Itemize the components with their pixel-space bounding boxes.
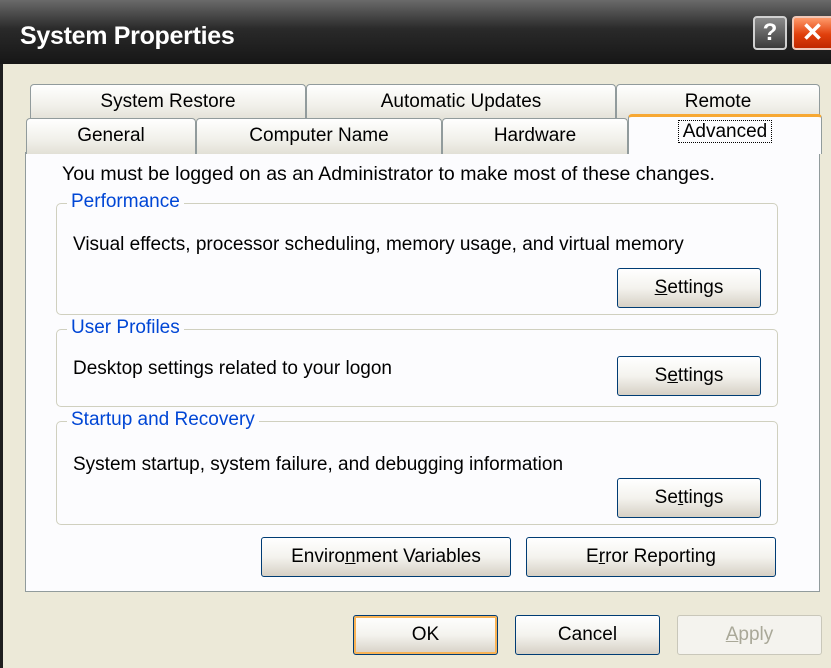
tab-label: Advanced [677, 120, 773, 143]
close-icon: ✕ [801, 17, 824, 47]
window-title: System Properties [20, 22, 235, 50]
help-icon: ? [762, 19, 778, 46]
performance-group: Performance Visual effects, processor sc… [56, 191, 778, 315]
tab-system-restore[interactable]: System Restore [30, 84, 306, 120]
tab-advanced[interactable]: Advanced [628, 114, 822, 154]
system-properties-window: System Properties ? ✕ System Restore Aut… [0, 0, 831, 668]
startup-recovery-settings-button[interactable]: Settings [617, 478, 761, 518]
tab-general[interactable]: General [26, 118, 196, 154]
startup-recovery-group-label: Startup and Recovery [67, 409, 259, 431]
user-profiles-description: Desktop settings related to your logon [73, 358, 392, 379]
close-button[interactable]: ✕ [792, 16, 831, 50]
help-button[interactable]: ? [753, 16, 787, 50]
title-bar[interactable]: System Properties ? ✕ [0, 0, 831, 64]
startup-recovery-description: System startup, system failure, and debu… [73, 454, 564, 475]
admin-notice: You must be logged on as an Administrato… [62, 163, 715, 185]
user-profiles-settings-button[interactable]: Settings [617, 356, 761, 396]
tab-label: System Restore [100, 91, 236, 112]
tab-computer-name[interactable]: Computer Name [196, 118, 442, 154]
user-profiles-group: User Profiles Desktop settings related t… [56, 317, 778, 407]
tab-automatic-updates[interactable]: Automatic Updates [306, 84, 616, 120]
tab-label: Automatic Updates [380, 91, 542, 112]
cancel-button[interactable]: Cancel [515, 615, 660, 655]
ok-button[interactable]: OK [353, 615, 498, 655]
tab-label: Hardware [493, 125, 577, 146]
error-reporting-button[interactable]: Error Reporting [526, 537, 776, 577]
performance-settings-button[interactable]: Settings [617, 268, 761, 308]
performance-description: Visual effects, processor scheduling, me… [73, 234, 684, 255]
user-profiles-group-label: User Profiles [67, 317, 184, 339]
advanced-tab-panel: You must be logged on as an Administrato… [25, 152, 820, 592]
performance-group-label: Performance [67, 191, 184, 213]
apply-button[interactable]: Apply [677, 615, 822, 655]
tab-label: Computer Name [249, 125, 389, 146]
tab-label: Remote [684, 91, 752, 112]
tab-label: General [77, 125, 145, 146]
environment-variables-button[interactable]: Environment Variables [261, 537, 511, 577]
tab-hardware[interactable]: Hardware [442, 118, 628, 154]
startup-recovery-group: Startup and Recovery System startup, sys… [56, 409, 778, 525]
